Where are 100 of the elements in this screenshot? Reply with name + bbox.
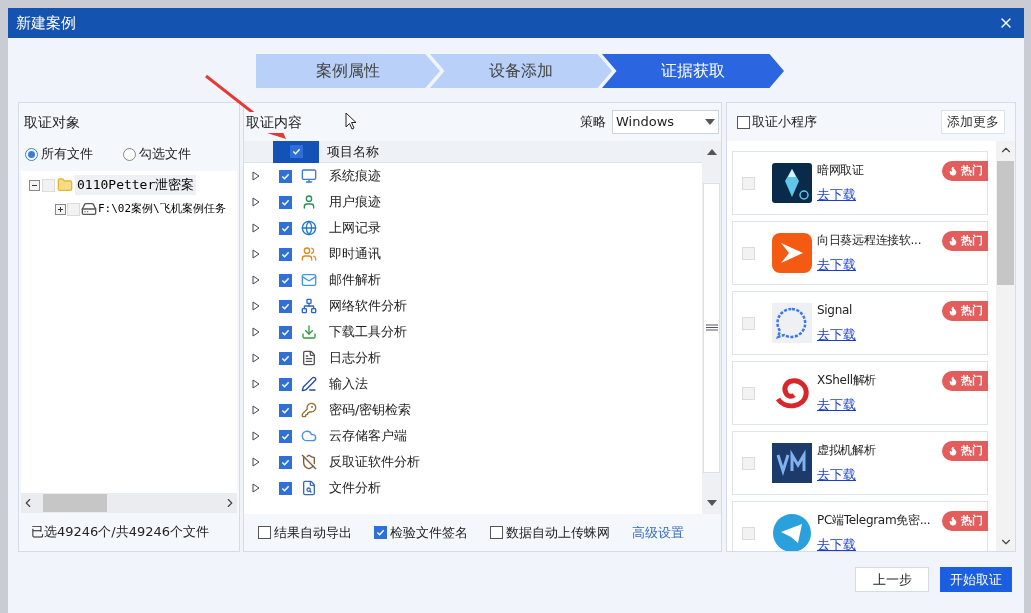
flame-icon bbox=[948, 166, 958, 176]
play-logo-icon bbox=[772, 233, 812, 273]
tree-item[interactable]: 0110Petter泄密案 bbox=[75, 175, 197, 195]
advanced-settings-link[interactable]: 高级设置 bbox=[632, 522, 684, 543]
expand-icon[interactable] bbox=[55, 203, 66, 215]
iceberg-logo-icon bbox=[772, 163, 812, 203]
checkbox[interactable] bbox=[279, 404, 292, 417]
download-link[interactable]: 去下载 bbox=[817, 325, 856, 345]
flame-icon bbox=[948, 306, 958, 316]
list-item[interactable]: 输入法 bbox=[329, 374, 368, 394]
applet-name: PC端Telegram免密... bbox=[817, 512, 931, 529]
check-icon bbox=[281, 354, 290, 363]
vertical-scrollbar[interactable] bbox=[996, 141, 1015, 551]
expand-arrow-icon[interactable] bbox=[252, 301, 260, 311]
list-item[interactable]: 日志分析 bbox=[329, 348, 381, 368]
users-icon bbox=[301, 246, 317, 262]
download-link[interactable]: 去下载 bbox=[817, 255, 922, 275]
option-checkbox[interactable]: 结果自动导出 bbox=[258, 522, 352, 543]
expand-arrow-icon[interactable] bbox=[252, 353, 260, 363]
list-item[interactable]: 密码/密钥检索 bbox=[329, 400, 412, 420]
radio-option[interactable]: 勾选文件 bbox=[123, 144, 191, 164]
checkbox[interactable] bbox=[279, 222, 292, 235]
shield-icon bbox=[301, 454, 317, 470]
expand-arrow-icon[interactable] bbox=[252, 431, 260, 441]
collapse-icon[interactable] bbox=[29, 179, 40, 191]
check-icon bbox=[281, 484, 290, 493]
flame-icon bbox=[948, 236, 958, 246]
start-button[interactable]: 开始取证 bbox=[940, 567, 1012, 592]
option-checkbox[interactable]: 数据自动上传蛛网 bbox=[490, 522, 610, 543]
back-button[interactable]: 上一步 bbox=[855, 567, 929, 592]
applet-name: 暗网取证 bbox=[817, 162, 864, 179]
checkbox[interactable] bbox=[279, 196, 292, 209]
chat-bubble-icon bbox=[772, 303, 812, 343]
mail-icon bbox=[301, 272, 317, 288]
horizontal-scrollbar[interactable] bbox=[21, 493, 237, 513]
download-link[interactable]: 去下载 bbox=[817, 535, 931, 551]
flame-icon bbox=[948, 446, 958, 456]
option-checkbox[interactable]: 检验文件签名 bbox=[374, 522, 468, 543]
checkbox[interactable] bbox=[279, 326, 292, 339]
expand-arrow-icon[interactable] bbox=[252, 405, 260, 415]
checkbox[interactable] bbox=[279, 274, 292, 287]
vertical-scrollbar[interactable] bbox=[702, 141, 721, 514]
checkbox[interactable] bbox=[279, 352, 292, 365]
radio-option[interactable]: 所有文件 bbox=[25, 144, 93, 164]
applet-name: Signal bbox=[817, 302, 854, 319]
checkbox[interactable] bbox=[279, 248, 292, 261]
checkbox[interactable] bbox=[279, 300, 292, 313]
hot-badge: 热门 bbox=[942, 231, 988, 251]
checkbox[interactable] bbox=[279, 456, 292, 469]
cloud-icon bbox=[301, 428, 317, 444]
list-item[interactable]: 云存储客户端 bbox=[329, 426, 407, 446]
list-item[interactable]: 用户痕迹 bbox=[329, 192, 381, 212]
list-item[interactable]: 上网记录 bbox=[329, 218, 381, 238]
checkbox[interactable] bbox=[279, 170, 292, 183]
hot-badge: 热门 bbox=[942, 371, 988, 391]
list-item[interactable]: 反取证软件分析 bbox=[329, 452, 420, 472]
check-icon bbox=[281, 302, 290, 311]
check-icon bbox=[291, 147, 301, 156]
window-title: 新建案例 bbox=[16, 12, 76, 34]
expand-arrow-icon[interactable] bbox=[252, 223, 260, 233]
download-link[interactable]: 去下载 bbox=[817, 395, 877, 415]
expand-arrow-icon[interactable] bbox=[252, 379, 260, 389]
list-item[interactable]: 下载工具分析 bbox=[329, 322, 407, 342]
checkbox[interactable] bbox=[737, 115, 750, 129]
expand-arrow-icon[interactable] bbox=[252, 275, 260, 285]
step-tab[interactable]: 设备添加 bbox=[430, 54, 612, 88]
checkbox[interactable] bbox=[490, 526, 503, 539]
check-icon bbox=[281, 172, 290, 181]
check-icon bbox=[281, 198, 290, 207]
list-item[interactable]: 系统痕迹 bbox=[329, 166, 381, 186]
expand-arrow-icon[interactable] bbox=[252, 197, 260, 207]
download-icon bbox=[301, 324, 317, 340]
strategy-dropdown[interactable]: Windows bbox=[612, 110, 719, 134]
expand-arrow-icon[interactable] bbox=[252, 327, 260, 337]
checkbox[interactable] bbox=[279, 430, 292, 443]
virtual-machine-logo-icon bbox=[772, 443, 812, 483]
select-all-checkbox[interactable] bbox=[289, 145, 303, 158]
applet-checkbox[interactable]: 取证小程序 bbox=[737, 112, 817, 132]
panel-title: 取证内容 bbox=[246, 111, 302, 133]
applet-name: 虚拟机解析 bbox=[817, 442, 876, 459]
expand-arrow-icon[interactable] bbox=[252, 483, 260, 493]
step-tab[interactable]: 证据获取 bbox=[602, 54, 784, 88]
expand-arrow-icon[interactable] bbox=[252, 171, 260, 181]
tree-item[interactable]: F:\02案例\飞机案例任务 bbox=[98, 200, 226, 218]
add-more-button[interactable]: 添加更多 bbox=[941, 110, 1005, 134]
expand-arrow-icon[interactable] bbox=[252, 249, 260, 259]
download-link[interactable]: 去下载 bbox=[817, 465, 876, 485]
checkbox[interactable] bbox=[279, 378, 292, 391]
expand-arrow-icon[interactable] bbox=[252, 457, 260, 467]
download-link[interactable]: 去下载 bbox=[817, 185, 864, 205]
step-tab[interactable]: 案例属性 bbox=[256, 54, 440, 88]
list-item[interactable]: 即时通讯 bbox=[329, 244, 381, 264]
list-item[interactable]: 网络软件分析 bbox=[329, 296, 407, 316]
list-item[interactable]: 文件分析 bbox=[329, 478, 381, 498]
checkbox[interactable] bbox=[258, 526, 271, 539]
list-item[interactable]: 邮件解析 bbox=[329, 270, 381, 290]
checkbox[interactable] bbox=[374, 526, 387, 539]
checkbox[interactable] bbox=[279, 482, 292, 495]
globe-icon bbox=[301, 220, 317, 236]
key-icon bbox=[301, 402, 317, 418]
